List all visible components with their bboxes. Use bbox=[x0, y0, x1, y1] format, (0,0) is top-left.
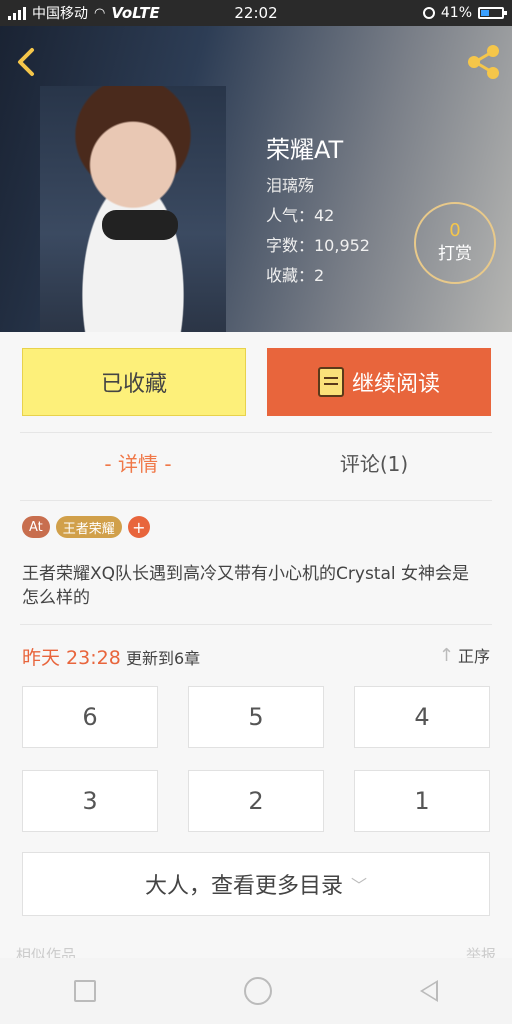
arrow-up-icon: ↑ bbox=[438, 644, 454, 666]
favorites-stat: 收藏：2 bbox=[266, 266, 325, 285]
tag-item[interactable]: At bbox=[22, 516, 50, 538]
clock: 22:02 bbox=[234, 4, 278, 22]
more-catalog-label: 大人，查看更多目录 bbox=[144, 874, 343, 899]
book-icon bbox=[317, 367, 344, 397]
continue-reading-button[interactable]: 继续阅读 bbox=[267, 348, 491, 416]
book-cover[interactable] bbox=[40, 86, 226, 332]
carrier-label: 中国移动 bbox=[32, 6, 88, 22]
popularity-stat: 人气：42 bbox=[266, 206, 335, 225]
reward-label: 打赏 bbox=[438, 244, 472, 264]
signal-icon bbox=[8, 6, 26, 20]
sort-label: 正序 bbox=[457, 647, 490, 666]
battery-percent: 41% bbox=[440, 5, 472, 21]
favorite-button[interactable]: 已收藏 bbox=[22, 348, 246, 416]
divider bbox=[20, 624, 492, 625]
reward-count: 0 bbox=[449, 220, 461, 241]
sort-order-button[interactable]: ↑ 正序 bbox=[439, 643, 490, 667]
divider bbox=[20, 432, 492, 433]
book-title: 荣耀AT bbox=[266, 136, 344, 164]
word-count-stat: 字数：10,952 bbox=[266, 236, 370, 255]
more-catalog-button[interactable]: 大人，查看更多目录 ﹀ bbox=[22, 852, 490, 916]
tab-comments[interactable]: 评论(1) bbox=[256, 448, 492, 477]
reward-button[interactable]: 0 打赏 bbox=[414, 202, 496, 284]
status-bar: 中国移动 ◠ VoLTE 22:02 41% bbox=[0, 0, 512, 26]
battery-icon bbox=[478, 7, 507, 19]
update-time: 昨天 23:28 bbox=[22, 647, 121, 669]
chevron-down-icon: ﹀ bbox=[351, 876, 368, 895]
tag-item[interactable]: 王者荣耀 bbox=[55, 516, 122, 538]
wifi-icon: ◠ bbox=[94, 5, 106, 21]
volte-label: VoLTE bbox=[111, 4, 160, 22]
chevron-left-icon bbox=[18, 48, 34, 76]
update-text: 更新到6章 bbox=[126, 649, 201, 668]
book-description: 王者荣耀XQ队长遇到高冷又带有小心机的Crystal 女神会是怎么样的 bbox=[22, 564, 470, 608]
back-nav-button[interactable] bbox=[420, 980, 438, 1002]
tab-detail[interactable]: - 详情 - bbox=[20, 448, 256, 477]
favorite-label: 已收藏 bbox=[100, 372, 167, 397]
continue-reading-label: 继续阅读 bbox=[351, 372, 440, 397]
chapter-button[interactable]: 2 bbox=[188, 770, 324, 832]
alarm-icon bbox=[422, 7, 435, 19]
tag-list: At 王者荣耀 + bbox=[22, 516, 150, 538]
share-icon bbox=[468, 45, 499, 79]
add-tag-button[interactable]: + bbox=[127, 516, 150, 538]
book-author[interactable]: 泪璃殇 bbox=[266, 172, 314, 196]
chapter-button[interactable]: 6 bbox=[22, 686, 158, 748]
chapter-button[interactable]: 3 bbox=[22, 770, 158, 832]
chapter-button[interactable]: 5 bbox=[188, 686, 324, 748]
book-header: 荣耀AT 泪璃殇 人气：42 字数：10,952 收藏：2 0 打赏 bbox=[0, 26, 512, 332]
divider bbox=[20, 500, 492, 501]
chapter-button[interactable]: 4 bbox=[354, 686, 490, 748]
share-button[interactable] bbox=[464, 42, 504, 82]
system-nav-bar bbox=[0, 958, 512, 1024]
back-button[interactable] bbox=[10, 44, 46, 80]
recent-apps-button[interactable] bbox=[74, 980, 96, 1002]
home-button[interactable] bbox=[244, 977, 272, 1005]
cover-headset bbox=[102, 210, 178, 240]
chapter-button[interactable]: 1 bbox=[354, 770, 490, 832]
